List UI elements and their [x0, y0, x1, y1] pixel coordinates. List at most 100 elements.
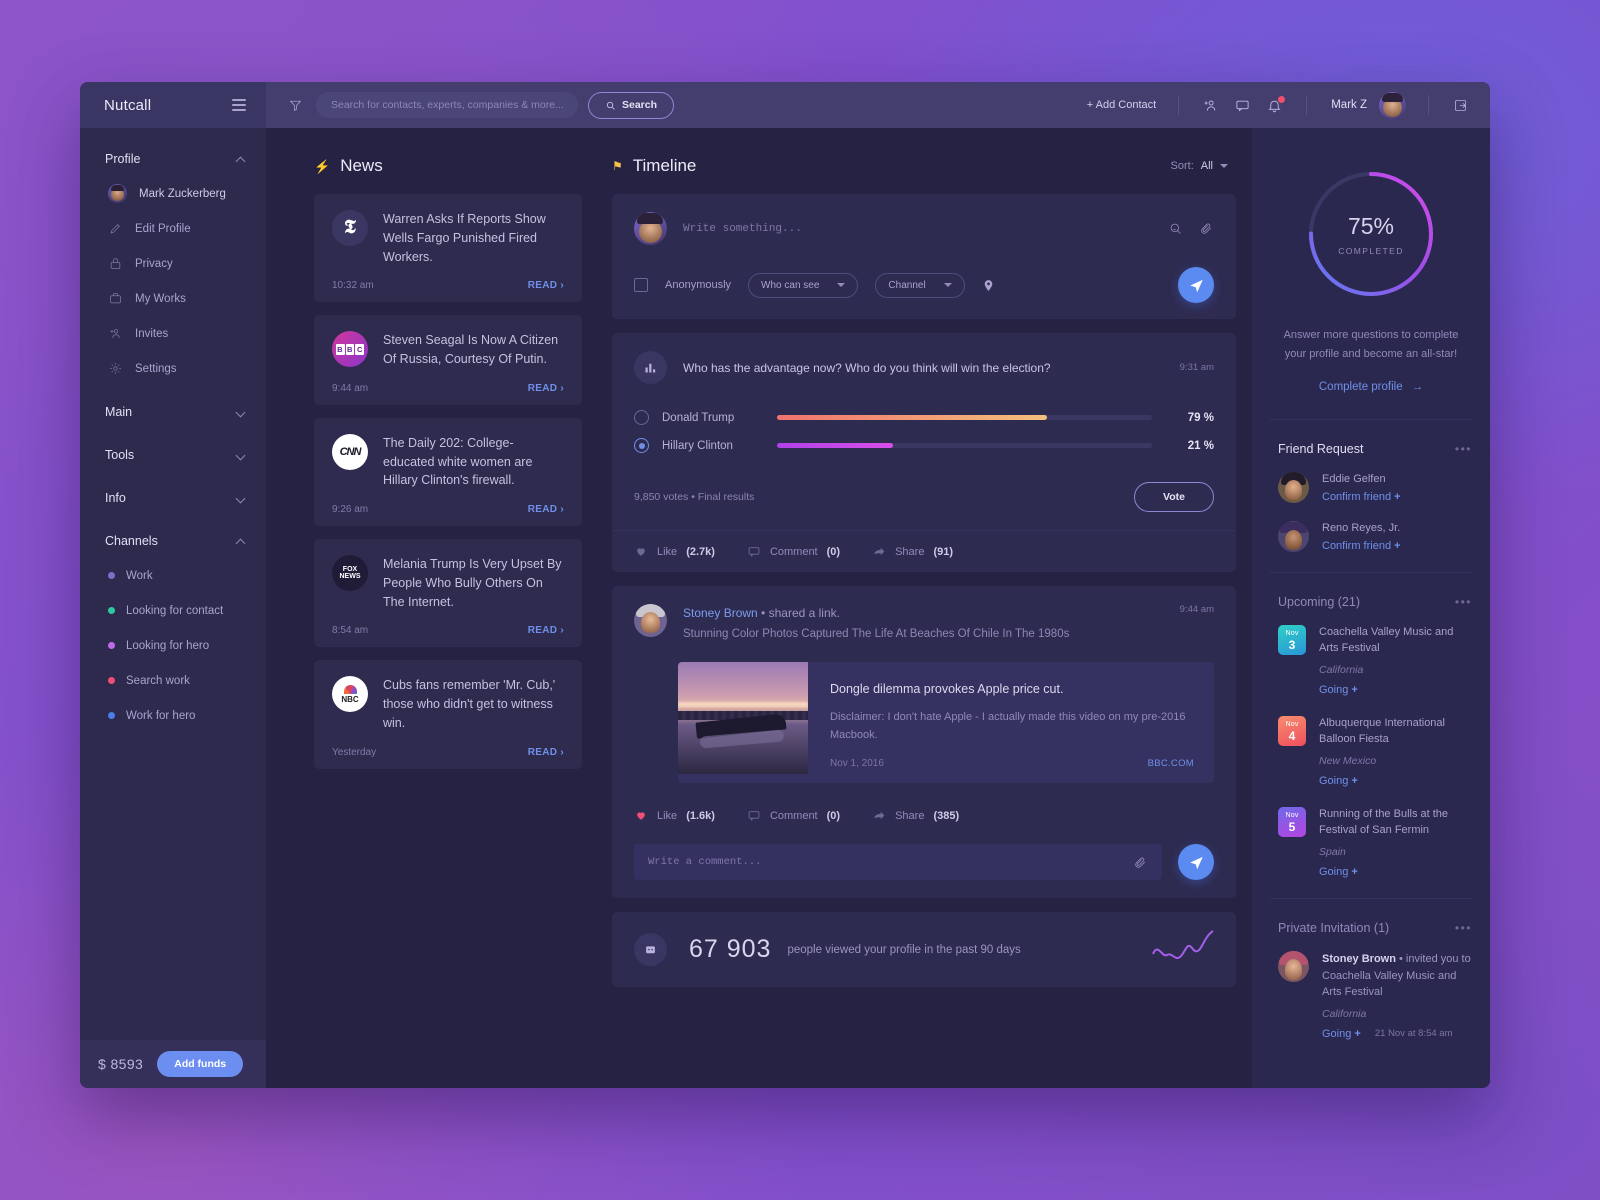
poll-post: Who has the advantage now? Who do you th…: [612, 333, 1236, 572]
sidebar-channel-work-for-hero[interactable]: Work for hero: [80, 698, 266, 733]
attachment-icon[interactable]: [1199, 221, 1214, 236]
news-card[interactable]: CNN The Daily 202: College-educated whit…: [314, 417, 582, 526]
emoji-icon[interactable]: [1168, 221, 1183, 236]
sidebar-channel-looking-for-hero[interactable]: Looking for hero: [80, 628, 266, 663]
poll-option[interactable]: Donald Trump 79 %: [634, 410, 1214, 425]
post-author[interactable]: Stoney Brown • shared a link.: [683, 606, 840, 620]
sidebar-item-settings[interactable]: Settings: [80, 351, 266, 386]
logout-icon[interactable]: [1453, 98, 1468, 113]
news-card[interactable]: 𝕿 Warren Asks If Reports Show Wells Farg…: [314, 194, 582, 303]
filter-icon[interactable]: [284, 99, 306, 112]
who-can-see-select[interactable]: Who can see: [748, 272, 859, 298]
news-title-text: The Daily 202: College-educated white wo…: [383, 435, 533, 488]
news-read-link[interactable]: READ ›: [528, 280, 564, 291]
link-preview-card[interactable]: Dongle dilemma provokes Apple price cut.…: [678, 662, 1214, 784]
comment-input[interactable]: [648, 856, 1133, 869]
poll-chart-icon: [634, 351, 667, 384]
going-button[interactable]: Going +: [1322, 1028, 1361, 1040]
sidebar-channel-work[interactable]: Work: [80, 558, 266, 593]
poll-option-percent: 79 %: [1187, 411, 1214, 424]
send-comment-button[interactable]: [1178, 844, 1214, 881]
like-button[interactable]: Like (1.6k): [634, 809, 715, 822]
avatar[interactable]: [1278, 951, 1309, 982]
going-button[interactable]: Going +: [1319, 866, 1472, 878]
going-button[interactable]: Going +: [1319, 684, 1472, 696]
add-funds-button[interactable]: Add funds: [157, 1051, 244, 1077]
going-button[interactable]: Going +: [1319, 775, 1472, 787]
sidebar-item-label: Edit Profile: [135, 222, 191, 235]
sidebar-channel-looking-for-contact[interactable]: Looking for contact: [80, 593, 266, 628]
complete-profile-link[interactable]: Complete profile →: [1276, 381, 1466, 393]
sidebar-item-edit-profile[interactable]: Edit Profile: [80, 211, 266, 246]
send-post-button[interactable]: [1178, 267, 1214, 303]
news-time: 8:54 am: [332, 625, 369, 637]
avatar[interactable]: [1278, 472, 1309, 504]
add-contact-button[interactable]: + Add Contact: [1087, 99, 1178, 111]
notifications-bell-icon[interactable]: [1267, 94, 1287, 113]
more-options-icon[interactable]: •••: [1455, 595, 1472, 609]
confirm-friend-button[interactable]: Confirm friend +: [1322, 540, 1401, 552]
comment-button[interactable]: Comment (0): [747, 809, 840, 822]
news-read-link[interactable]: READ ›: [528, 383, 564, 394]
source-logo-bbc: BBC: [332, 331, 368, 368]
avatar[interactable]: [1278, 521, 1309, 553]
poll-radio[interactable]: [634, 438, 649, 453]
location-pin-icon[interactable]: [982, 279, 995, 292]
upcoming-event-item[interactable]: Nov 4 Albuquerque International Balloon …: [1278, 716, 1472, 787]
link-source[interactable]: BBC.COM: [1148, 758, 1194, 769]
chevron-down-icon: [237, 408, 246, 417]
sidebar-channel-search-work[interactable]: Search work: [80, 663, 266, 698]
menu-toggle-icon[interactable]: [232, 99, 246, 111]
news-read-link[interactable]: READ ›: [528, 747, 564, 758]
private-invitation-item: Stoney Brown • invited you to Coachella …: [1278, 951, 1472, 1040]
bolt-icon: ⚡: [314, 158, 331, 174]
sidebar-group-info[interactable]: Info: [80, 481, 266, 515]
sidebar-item-mark-zuckerberg[interactable]: Mark Zuckerberg: [80, 176, 266, 211]
more-options-icon[interactable]: •••: [1455, 442, 1472, 456]
profile-views-text: people viewed your profile in the past 9…: [787, 943, 1021, 956]
search-input[interactable]: [316, 92, 578, 118]
share-button[interactable]: Share (385): [872, 809, 959, 822]
search-button[interactable]: Search: [588, 91, 675, 119]
timeline-column: ⚑ Timeline Sort: All Write something... …: [604, 128, 1252, 1088]
sidebar-item-my-works[interactable]: My Works: [80, 281, 266, 316]
confirm-friend-button[interactable]: Confirm friend +: [1322, 491, 1401, 503]
user-name[interactable]: Mark Z: [1307, 99, 1379, 111]
comment-button[interactable]: Comment (0): [747, 545, 840, 558]
sidebar-group-channels[interactable]: Channels: [80, 524, 266, 558]
sidebar-group-main[interactable]: Main: [80, 395, 266, 429]
news-card[interactable]: FOX NEWS Melania Trump Is Very Upset By P…: [314, 539, 582, 648]
vote-button[interactable]: Vote: [1134, 482, 1214, 512]
news-read-link[interactable]: READ ›: [528, 504, 564, 515]
poll-radio[interactable]: [634, 410, 649, 425]
add-person-icon: [108, 326, 123, 341]
like-button[interactable]: Like (2.7k): [634, 545, 715, 558]
news-read-link[interactable]: READ ›: [528, 625, 564, 636]
share-button[interactable]: Share (91): [872, 545, 953, 558]
attachment-icon[interactable]: [1133, 855, 1148, 870]
upcoming-event-item[interactable]: Nov 3 Coachella Valley Music and Arts Fe…: [1278, 625, 1472, 696]
composer-input[interactable]: [683, 222, 1152, 235]
more-options-icon[interactable]: •••: [1455, 921, 1472, 935]
news-card[interactable]: NBC Cubs fans remember 'Mr. Cub,' those …: [314, 660, 582, 769]
channel-select[interactable]: Channel: [875, 272, 965, 298]
post-timestamp: 9:44 am: [1179, 604, 1214, 615]
invitation-time: 21 Nov at 8:54 am: [1374, 1028, 1453, 1039]
user-avatar[interactable]: [1379, 91, 1406, 119]
share-label: Share: [895, 545, 925, 558]
messages-icon[interactable]: [1235, 98, 1250, 113]
sidebar-group-profile[interactable]: Profile: [80, 142, 266, 176]
sidebar-group-tools[interactable]: Tools: [80, 438, 266, 472]
sidebar-item-invites[interactable]: Invites: [80, 316, 266, 351]
news-card[interactable]: BBC Steven Seagal Is Now A Citizen Of Ru…: [314, 315, 582, 405]
add-friend-icon[interactable]: [1203, 98, 1218, 113]
poll-option[interactable]: Hillary Clinton 21 %: [634, 438, 1214, 453]
anonymously-checkbox[interactable]: [634, 278, 648, 292]
status-dot: [108, 607, 115, 614]
upcoming-event-item[interactable]: Nov 5 Running of the Bulls at the Festiv…: [1278, 807, 1472, 878]
upcoming-title: Upcoming (21): [1278, 595, 1360, 610]
sidebar-item-privacy[interactable]: Privacy: [80, 246, 266, 281]
avatar[interactable]: [634, 604, 667, 637]
brand-logo: Nutcall: [104, 96, 152, 114]
sort-dropdown[interactable]: Sort: All: [1171, 160, 1228, 172]
